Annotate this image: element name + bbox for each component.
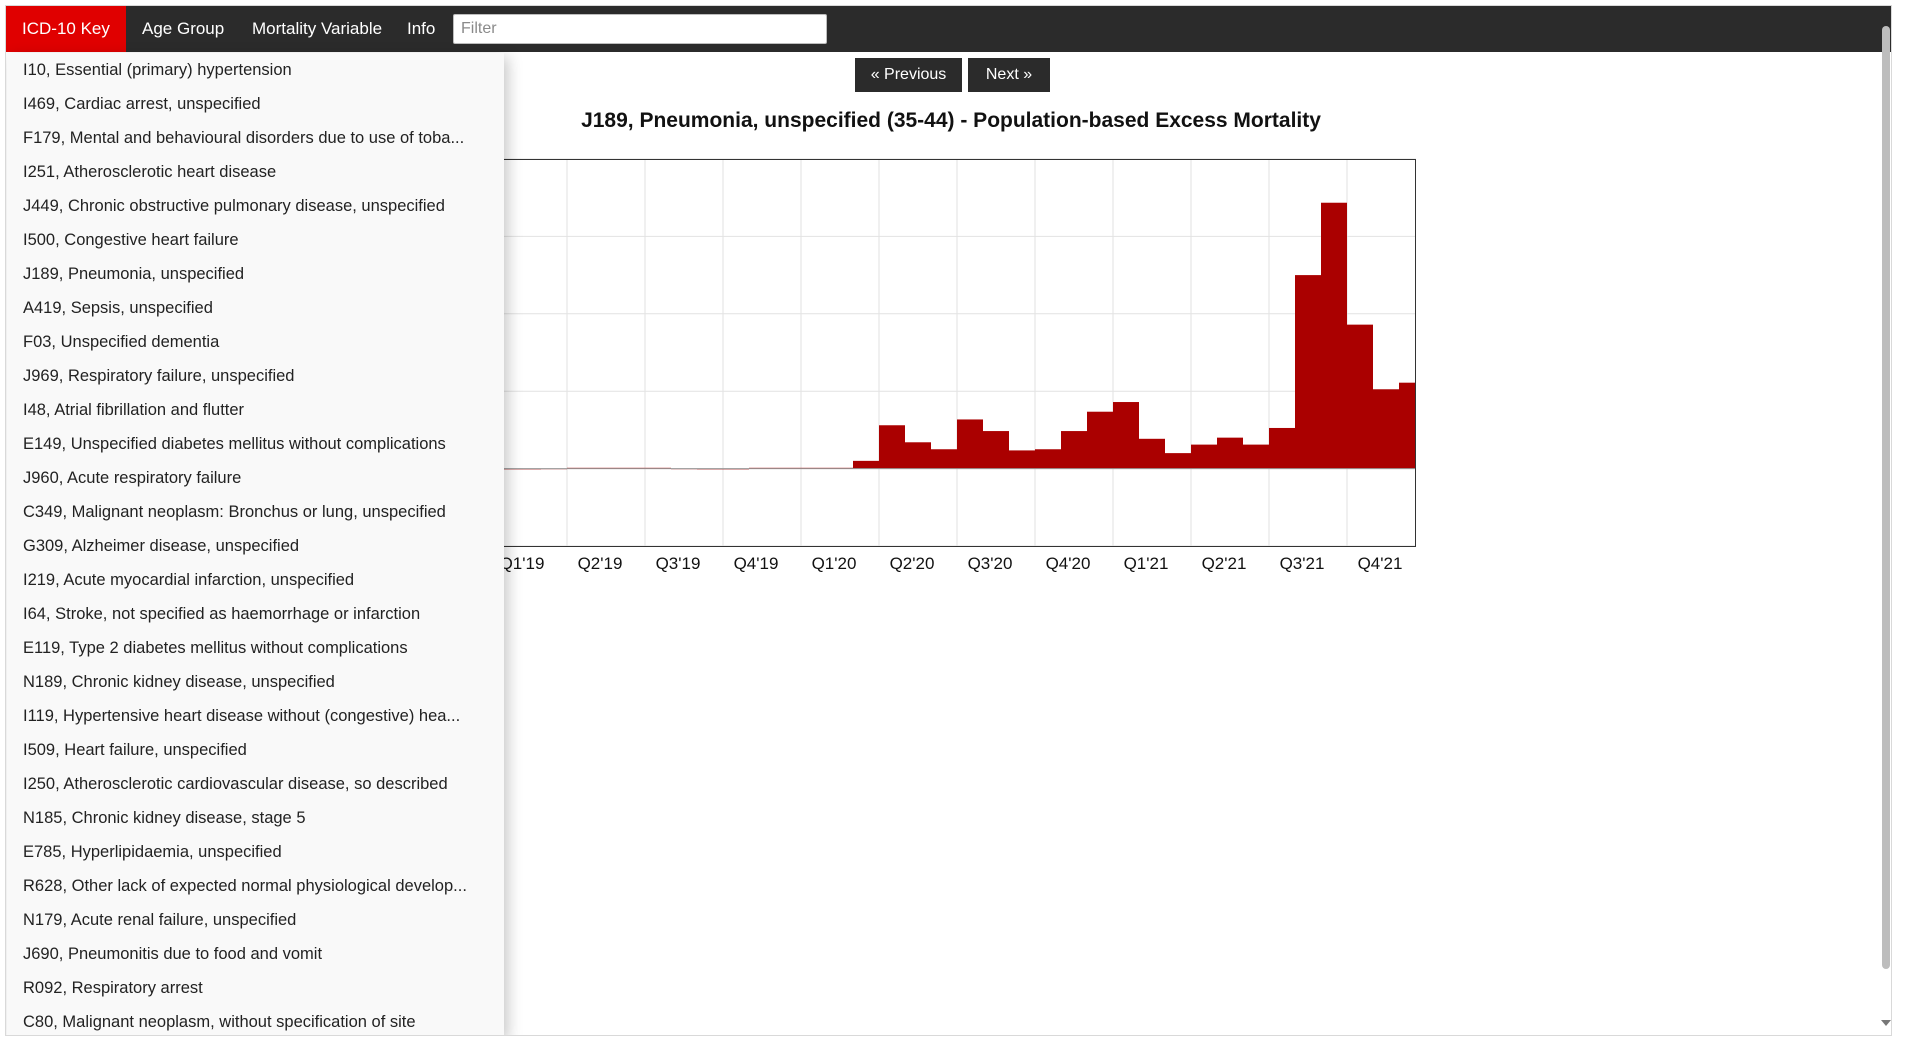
- dropdown-item[interactable]: J969, Respiratory failure, unspecified: [7, 359, 467, 393]
- dropdown-item[interactable]: I10, Essential (primary) hypertension: [7, 53, 467, 87]
- plot-area: [381, 159, 1416, 546]
- chart-bar: [1399, 382, 1416, 469]
- dropdown-item[interactable]: R628, Other lack of expected normal phys…: [7, 869, 467, 903]
- chart-bar: [1373, 389, 1399, 469]
- dropdown-item[interactable]: I509, Heart failure, unspecified: [7, 733, 467, 767]
- dropdown-item[interactable]: I48, Atrial fibrillation and flutter: [7, 393, 467, 427]
- dropdown-item[interactable]: I251, Atherosclerotic heart disease: [7, 155, 467, 189]
- chart-bar: [1139, 438, 1165, 469]
- dropdown-item[interactable]: A419, Sepsis, unspecified: [7, 291, 467, 325]
- x-tick-label: Q4'20: [1046, 554, 1091, 573]
- chart-bar: [1009, 450, 1035, 469]
- chart-bar: [1295, 275, 1321, 469]
- dropdown-item[interactable]: E119, Type 2 diabetes mellitus without c…: [7, 631, 467, 665]
- chart-bar: [1061, 431, 1087, 469]
- dropdown-item[interactable]: I119, Hypertensive heart disease without…: [7, 699, 467, 733]
- chart-bar: [1191, 444, 1217, 469]
- x-tick-label: Q2'19: [578, 554, 623, 573]
- dropdown-item[interactable]: R092, Respiratory arrest: [7, 971, 467, 1005]
- chart-bar: [853, 460, 879, 469]
- dropdown-item[interactable]: I64, Stroke, not specified as haemorrhag…: [7, 597, 467, 631]
- plot-border-bottom: [381, 546, 1416, 547]
- x-tick-label: Q3'19: [656, 554, 701, 573]
- dropdown-item[interactable]: F03, Unspecified dementia: [7, 325, 467, 359]
- plot-border-right: [1415, 159, 1416, 546]
- x-tick-label: Q1'21: [1124, 554, 1169, 573]
- x-tick-label: Q3'20: [968, 554, 1013, 573]
- dropdown-item[interactable]: I250, Atherosclerotic cardiovascular dis…: [7, 767, 467, 801]
- chart-bar: [1087, 411, 1113, 469]
- chart-bar: [1035, 449, 1061, 469]
- chart-bar: [1217, 437, 1243, 469]
- chart-bar: [1269, 427, 1295, 469]
- dropdown-item[interactable]: I219, Acute myocardial infarction, unspe…: [7, 563, 467, 597]
- x-tick-label: Q4'21: [1358, 554, 1403, 573]
- chart-bar: [1321, 202, 1347, 469]
- x-tick-label: Q4'19: [734, 554, 779, 573]
- icd10-dropdown-list: I10, Essential (primary) hypertension I46…: [7, 53, 504, 1035]
- page-scrollbar[interactable]: [1879, 26, 1891, 1026]
- dropdown-item[interactable]: N179, Acute renal failure, unspecified: [7, 903, 467, 937]
- dropdown-item[interactable]: C80, Malignant neoplasm, without specifi…: [7, 1005, 467, 1035]
- chart-bar: [1165, 453, 1191, 469]
- dropdown-item[interactable]: J960, Acute respiratory failure: [7, 461, 467, 495]
- dropdown-item[interactable]: N189, Chronic kidney disease, unspecifie…: [7, 665, 467, 699]
- chart-bar: [931, 449, 957, 469]
- x-tick-label: Q1'19: [500, 554, 545, 573]
- scrollbar-thumb[interactable]: [1882, 26, 1890, 969]
- x-tick-label: Q2'20: [890, 554, 935, 573]
- dropdown-item[interactable]: I469, Cardiac arrest, unspecified: [7, 87, 467, 121]
- browser-viewport: ICD-10 Key Age Group Mortality Variable …: [5, 5, 1892, 1036]
- dropdown-item[interactable]: E149, Unspecified diabetes mellitus with…: [7, 427, 467, 461]
- plot-border-top: [381, 159, 1416, 160]
- chart-bar: [983, 431, 1009, 469]
- chart-bar: [1347, 324, 1373, 469]
- dropdown-item[interactable]: C349, Malignant neoplasm: Bronchus or lu…: [7, 495, 467, 529]
- dropdown-item[interactable]: J690, Pneumonitis due to food and vomit: [7, 937, 467, 971]
- chart-bar: [957, 419, 983, 469]
- dropdown-item[interactable]: J189, Pneumonia, unspecified: [7, 257, 467, 291]
- dropdown-item[interactable]: E785, Hyperlipidaemia, unspecified: [7, 835, 467, 869]
- chart-bar: [879, 425, 905, 469]
- dropdown-item[interactable]: N185, Chronic kidney disease, stage 5: [7, 801, 467, 835]
- dropdown-item[interactable]: G309, Alzheimer disease, unspecified: [7, 529, 467, 563]
- chart-bar: [1243, 444, 1269, 469]
- chart-bar: [905, 442, 931, 469]
- x-tick-label: Q3'21: [1280, 554, 1325, 573]
- x-tick-label: Q1'20: [812, 554, 857, 573]
- scroll-down-arrow-icon[interactable]: [1881, 1020, 1891, 1026]
- dropdown-item[interactable]: I500, Congestive heart failure: [7, 223, 467, 257]
- chart-bar: [1113, 402, 1139, 469]
- x-tick-label: Q2'21: [1202, 554, 1247, 573]
- dropdown-item[interactable]: J449, Chronic obstructive pulmonary dise…: [7, 189, 467, 223]
- dropdown-item[interactable]: F179, Mental and behavioural disorders d…: [7, 121, 467, 155]
